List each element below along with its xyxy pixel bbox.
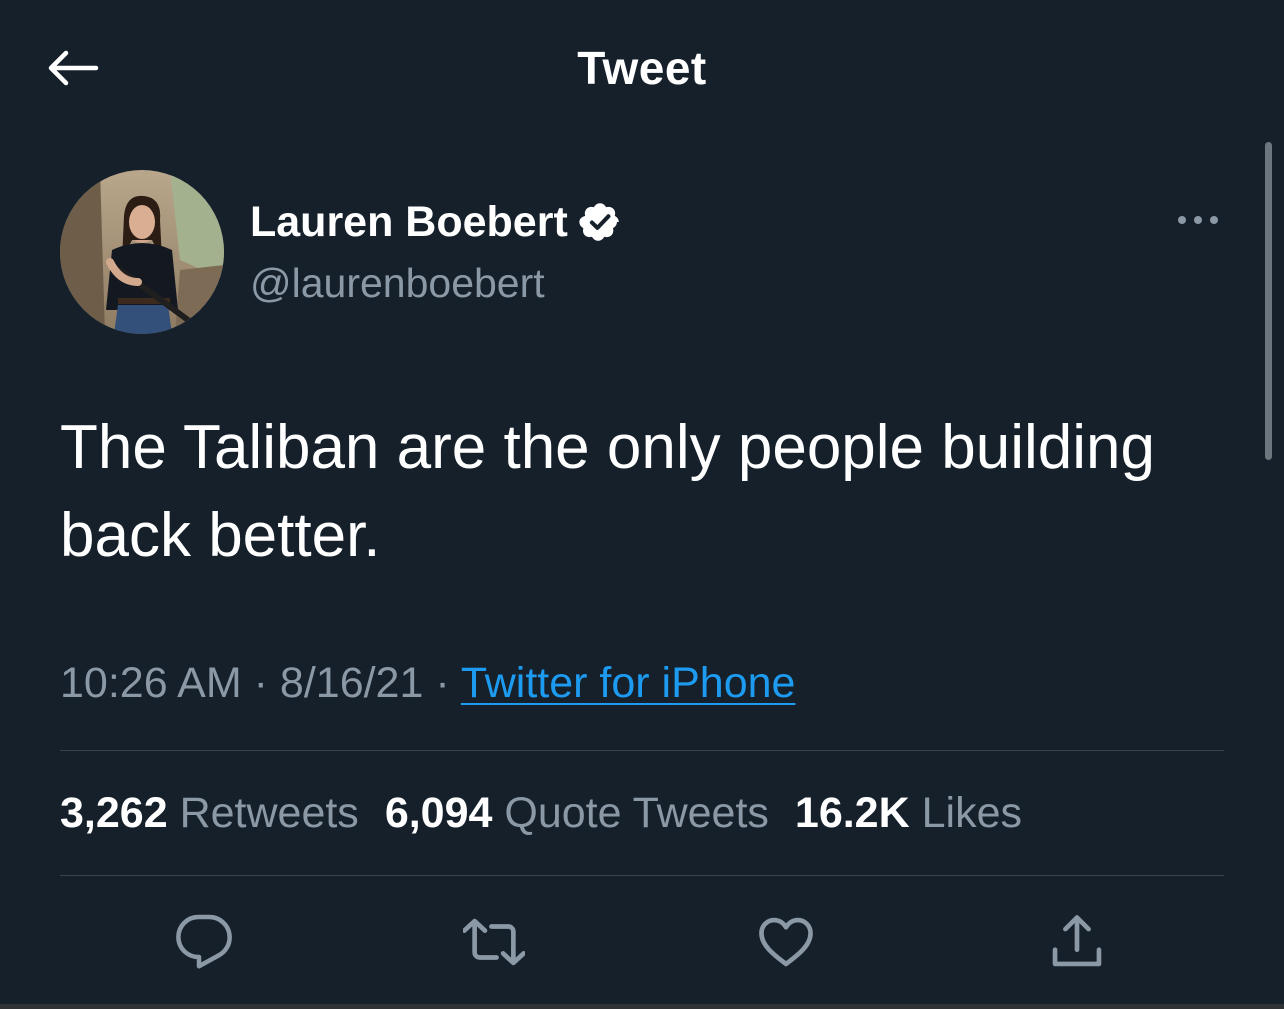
likes-count: 16.2K xyxy=(794,789,910,837)
author-handle[interactable]: @laurenboebert xyxy=(250,256,545,310)
tweet-meta: 10:26 AM · 8/16/21 · Twitter for iPhone xyxy=(60,654,795,712)
meta-separator: · xyxy=(253,659,268,707)
avatar[interactable] xyxy=(60,170,224,334)
display-name[interactable]: Lauren Boebert xyxy=(250,194,568,250)
meta-separator: · xyxy=(435,659,450,707)
quote-tweets-label: Quote Tweets xyxy=(504,789,769,837)
more-options-button[interactable] xyxy=(1170,200,1226,240)
share-icon xyxy=(1052,915,1102,967)
quote-tweets-stat[interactable]: 6,094 Quote Tweets xyxy=(385,784,769,842)
like-icon xyxy=(759,917,813,967)
author-name-row[interactable]: Lauren Boebert xyxy=(250,194,622,250)
top-bar: Tweet xyxy=(0,0,1284,132)
reply-button[interactable] xyxy=(172,910,236,974)
avatar-photo xyxy=(60,170,224,334)
quote-tweets-count: 6,094 xyxy=(384,789,493,837)
retweet-button[interactable] xyxy=(462,910,526,974)
retweets-stat[interactable]: 3,262 Retweets xyxy=(60,784,359,842)
like-button[interactable] xyxy=(754,910,818,974)
divider xyxy=(60,875,1224,876)
engagement-stats: 3,262 Retweets 6,094 Quote Tweets 16.2K … xyxy=(60,784,1048,842)
tweet-source-link[interactable]: Twitter for iPhone xyxy=(461,659,796,707)
retweets-count: 3,262 xyxy=(60,789,168,837)
share-button[interactable] xyxy=(1045,910,1109,974)
bottom-divider xyxy=(0,1004,1284,1009)
page-title: Tweet xyxy=(577,42,707,94)
scrollbar[interactable] xyxy=(1265,142,1272,460)
retweets-label: Retweets xyxy=(179,789,359,837)
likes-label: Likes xyxy=(921,789,1022,837)
tweet-date: 8/16/21 xyxy=(279,659,424,707)
retweet-icon xyxy=(463,918,525,966)
reply-icon xyxy=(176,914,232,969)
more-options-icon xyxy=(1178,216,1218,224)
divider xyxy=(60,750,1224,751)
tweet-text: The Taliban are the only people building… xyxy=(60,413,1155,570)
tweet-time: 10:26 AM xyxy=(60,659,242,707)
likes-stat[interactable]: 16.2K Likes xyxy=(795,784,1022,842)
verified-badge-icon xyxy=(579,203,619,241)
